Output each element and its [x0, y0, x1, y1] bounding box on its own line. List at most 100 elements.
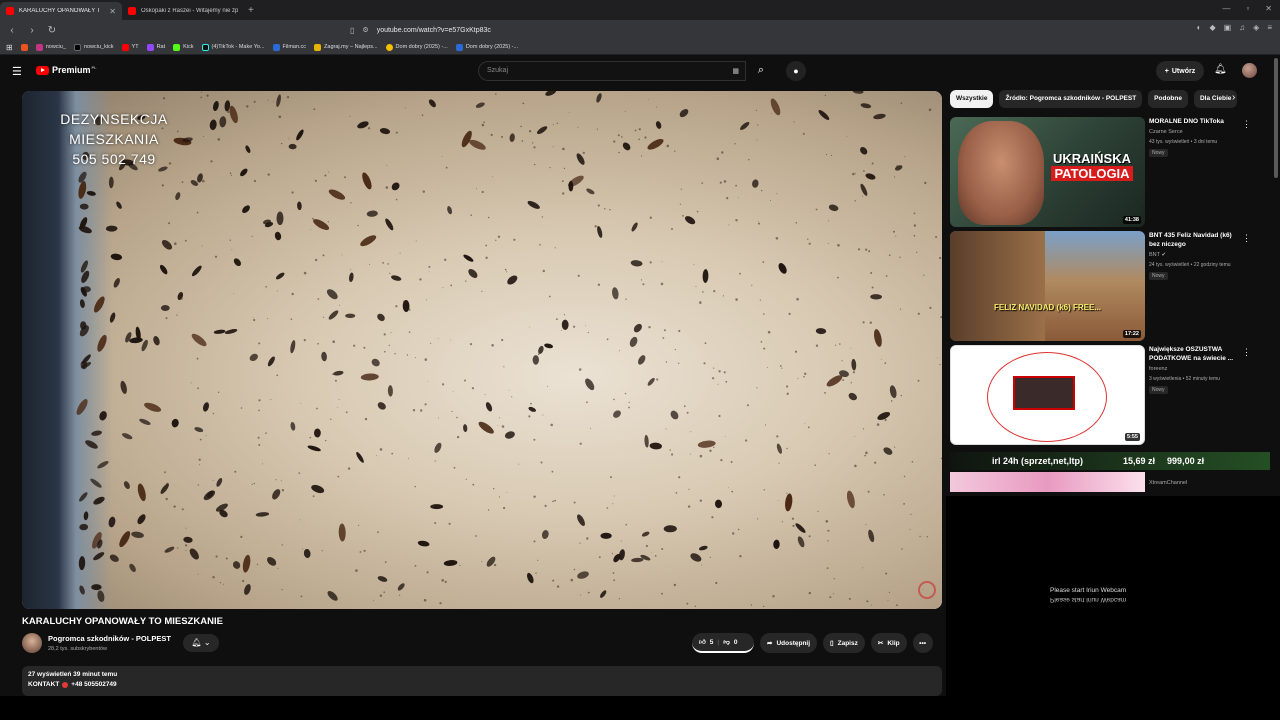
- dirt-speck: [824, 94, 826, 97]
- extension-icon[interactable]: ◐: [1197, 23, 1202, 32]
- search-input[interactable]: Szukaj ▦: [478, 61, 746, 81]
- dirt-speck: [795, 222, 798, 224]
- cockroach-shape: [244, 584, 251, 595]
- video-thumbnail[interactable]: UKRAIŃSKA PATOLOGIA 41:38: [950, 117, 1145, 227]
- maximize-icon[interactable]: ▫: [1246, 4, 1249, 13]
- notifications-bell-icon[interactable]: 🔔︎: [1214, 64, 1227, 75]
- forward-icon[interactable]: ›: [24, 25, 40, 36]
- chip-source[interactable]: Źródło: Pogromca szkodników - POLPEST: [999, 90, 1143, 108]
- video-thumbnail[interactable]: [950, 472, 1145, 492]
- site-info-icon[interactable]: ⚙: [362, 26, 368, 34]
- address-bar[interactable]: ▯ ⚙ youtube.com/watch?v=e57GxKtp83c: [350, 22, 910, 38]
- recommendation-channel[interactable]: Czarne Serce: [1149, 129, 1183, 135]
- cockroach-shape: [544, 343, 554, 349]
- recommendation-item[interactable]: FELIZ NAVIDAD (k6) FREE... 17:22 BNT 435…: [950, 231, 1270, 341]
- bookmark-item[interactable]: nowciu_kick: [73, 43, 114, 51]
- video-thumbnail[interactable]: FELIZ NAVIDAD (k6) FREE... 17:22: [950, 231, 1145, 341]
- window-close-icon[interactable]: ✕: [1265, 4, 1272, 13]
- shield-icon[interactable]: ◈: [1253, 23, 1259, 32]
- reload-icon[interactable]: ↻: [44, 25, 60, 36]
- bookmark-item[interactable]: nowciu_: [35, 43, 66, 51]
- dirt-speck: [924, 181, 927, 185]
- bookmark-item[interactable]: YT: [121, 43, 139, 51]
- dirt-speck: [828, 453, 830, 455]
- cockroach-shape: [889, 385, 897, 399]
- minimize-icon[interactable]: —: [1222, 4, 1230, 13]
- bookmark-item[interactable]: [20, 43, 28, 51]
- bookmark-item[interactable]: Zagraj.my – Najleps...: [314, 43, 378, 51]
- tab-title: KARALUCHY OPANOWAŁY T: [19, 8, 101, 14]
- save-button[interactable]: ▯ Zapisz: [823, 633, 865, 653]
- cockroach-shape: [153, 336, 160, 346]
- more-actions-button[interactable]: •••: [912, 633, 933, 653]
- channel-name[interactable]: Pogromca szkodników - POLPEST: [48, 634, 171, 643]
- description-box[interactable]: 27 wyświetleń 39 minut temu KONTAKT +48 …: [22, 666, 942, 696]
- cockroach-shape: [828, 204, 839, 212]
- channel-avatar[interactable]: [22, 633, 42, 653]
- instagram-icon: [35, 43, 43, 51]
- keyboard-icon[interactable]: ▦: [732, 67, 739, 75]
- video-player[interactable]: DEZYNSEKCJA MIESZKANIA 505 502 749: [22, 91, 942, 609]
- apps-icon[interactable]: ⊞: [6, 43, 13, 52]
- cockroach-shape: [509, 133, 515, 142]
- dirt-speck: [225, 557, 228, 560]
- bookmark-item[interactable]: (4)TikTok - Make Yo...: [201, 43, 265, 51]
- more-vert-icon[interactable]: ⋮: [1242, 119, 1251, 130]
- recommendation-channel[interactable]: BNT ✔: [1149, 252, 1166, 258]
- thumbs-down-icon[interactable]: 👎︎: [723, 638, 730, 646]
- youtube-logo[interactable]: Premium PL: [36, 65, 97, 75]
- subscription-bell-button[interactable]: 🔔︎ ⌄: [183, 634, 219, 652]
- music-icon[interactable]: ♫: [1239, 23, 1245, 32]
- dirt-speck: [395, 198, 398, 201]
- page-scrollbar[interactable]: [1274, 58, 1278, 178]
- dirt-speck: [338, 399, 340, 401]
- video-thumbnail[interactable]: 5:55: [950, 345, 1145, 445]
- bookmark-item[interactable]: Filman.cc: [272, 43, 306, 51]
- dirt-speck: [617, 134, 620, 137]
- chip-all[interactable]: Wszystkie: [950, 90, 994, 108]
- voice-search-button[interactable]: ●: [786, 61, 806, 81]
- chevron-right-icon[interactable]: ›: [1232, 92, 1235, 103]
- back-icon[interactable]: ‹: [4, 25, 20, 36]
- like-dislike-button[interactable]: 👍︎ 5 | 👎︎ 0: [692, 633, 754, 653]
- browser-tab[interactable]: Ośkopaki z Raszei - Witajemy nie źp: [122, 2, 244, 20]
- recommendation-channel[interactable]: foreenz: [1149, 366, 1167, 372]
- share-button[interactable]: ➦ Udostępnij: [760, 633, 818, 653]
- recommendation-item[interactable]: UKRAIŃSKA PATOLOGIA 41:38 MORALNE DNO Ti…: [950, 117, 1270, 227]
- thumbs-up-icon[interactable]: 👍︎: [699, 638, 706, 646]
- cockroach-shape: [469, 139, 486, 150]
- recommendation-item[interactable]: 5:55 Największe OSZUSTWA PODATKOWE na św…: [950, 345, 1270, 445]
- chip-similar[interactable]: Podobne: [1148, 90, 1188, 108]
- bookmark-item[interactable]: Dom dobry (2025) -...: [455, 43, 518, 51]
- bookmark-item[interactable]: Rat: [146, 43, 165, 51]
- recommendation-title[interactable]: Największe OSZUSTWA PODATKOWE na świecie…: [1149, 345, 1241, 363]
- account-avatar[interactable]: [1242, 63, 1257, 78]
- recommendation-title[interactable]: BNT 435 Feliz Navidad (k6) bez niczego: [1149, 231, 1241, 249]
- dirt-speck: [310, 229, 311, 230]
- extension-icon[interactable]: ◆: [1209, 23, 1215, 32]
- recommendation-title[interactable]: MORALNE DNO TikToka: [1149, 117, 1241, 126]
- recommendation-channel[interactable]: XtreamChannel: [1149, 480, 1187, 486]
- new-tab-icon[interactable]: +: [248, 5, 254, 16]
- cockroach-shape: [123, 481, 130, 490]
- clip-button[interactable]: ✂ Klip: [870, 633, 907, 653]
- browser-tab-active[interactable]: KARALUCHY OPANOWAŁY T ✕: [0, 2, 122, 20]
- puzzle-icon[interactable]: ▣: [1224, 23, 1232, 32]
- more-vert-icon[interactable]: ⋮: [1242, 347, 1251, 358]
- create-button[interactable]: + Utwórz: [1156, 61, 1204, 81]
- close-icon[interactable]: ✕: [109, 7, 116, 16]
- cockroach-shape: [391, 182, 400, 191]
- chip-for-you[interactable]: Dla Ciebie: [1193, 90, 1238, 108]
- bookmark-item[interactable]: Kick: [173, 43, 194, 51]
- bookmark-icon[interactable]: ▯: [350, 26, 354, 35]
- cockroach-shape: [507, 275, 518, 285]
- hamburger-menu-icon[interactable]: ☰: [12, 65, 22, 78]
- dirt-speck: [825, 153, 828, 156]
- channel-watermark-icon[interactable]: [918, 581, 936, 599]
- more-vert-icon[interactable]: ⋮: [1242, 233, 1251, 244]
- dirt-speck: [654, 555, 657, 557]
- menu-icon[interactable]: ≡: [1267, 23, 1272, 32]
- bookmark-item[interactable]: Dom dobry (2025) -...: [385, 43, 448, 51]
- dirt-speck: [594, 225, 597, 228]
- search-button[interactable]: ⌕: [746, 61, 776, 81]
